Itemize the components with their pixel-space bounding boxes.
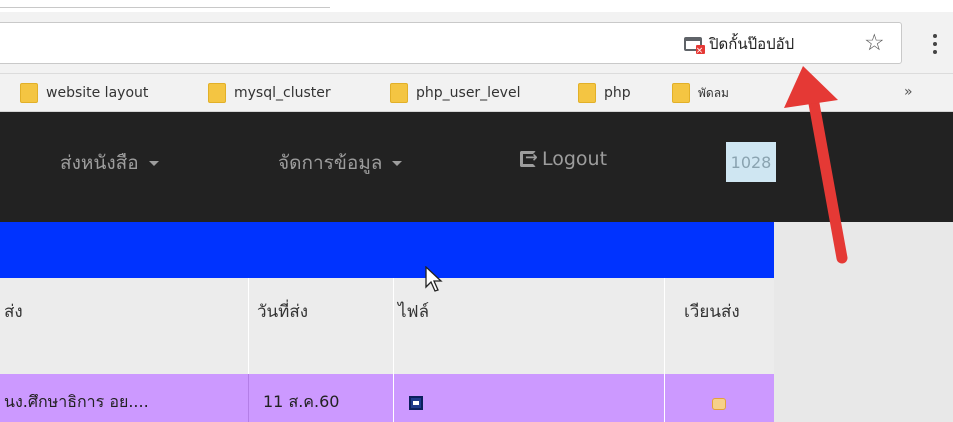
table-row[interactable]: นง.ศึกษาธิการ อย.... 11 ส.ค.60 [0, 374, 774, 422]
bookmark-php-user-level[interactable]: php_user_level [390, 82, 520, 104]
nav-send-book[interactable]: ส่งหนังสือ [60, 148, 159, 178]
folder-icon [390, 83, 408, 103]
bookmark-mysql-cluster[interactable]: mysql_cluster [208, 82, 331, 104]
folder-icon [208, 83, 226, 103]
address-bar: ปิดกั้นป๊อปอัป ☆ [0, 12, 953, 74]
bookmark-label: mysql_cluster [234, 85, 331, 101]
bookmark-website-layout[interactable]: website layout [20, 82, 148, 104]
tab-strip-line [0, 7, 330, 8]
side-panel [774, 222, 953, 422]
popup-blocked-icon [684, 37, 705, 56]
nav-logout[interactable]: Logout [520, 148, 607, 170]
bookmarks-overflow-icon[interactable]: » [904, 84, 913, 100]
popup-blocked-label: ปิดกั้นป๊อปอัป [709, 35, 795, 53]
circulate-icon[interactable] [712, 398, 726, 410]
column-divider [248, 374, 249, 422]
header-file: ไฟล์ [398, 302, 430, 322]
bookmark-label: php_user_level [416, 85, 521, 101]
caret-down-icon [392, 160, 403, 166]
file-icon[interactable] [409, 396, 423, 410]
bookmarks-bar: website layout mysql_cluster php_user_le… [0, 74, 953, 112]
site-navbar: ส่งหนังสือ จัดการข้อมูล Logout 1028 [0, 112, 953, 222]
nav-logout-label: Logout [542, 148, 608, 170]
mouse-cursor-icon [425, 266, 443, 292]
column-divider [393, 374, 394, 422]
browser-menu-icon[interactable] [926, 34, 944, 54]
header-circulate: เวียนส่ง [684, 302, 740, 322]
folder-icon [672, 83, 690, 103]
popup-blocked-button[interactable]: ปิดกั้นป๊อปอัป [684, 31, 794, 57]
cell-date: 11 ส.ค.60 [263, 392, 340, 411]
bookmark-label: website layout [46, 85, 149, 101]
caret-down-icon [148, 160, 159, 166]
header-date: วันที่ส่ง [257, 302, 309, 322]
bookmark-fan[interactable]: พัดลม [672, 82, 729, 104]
folder-icon [578, 83, 596, 103]
bookmark-php[interactable]: php [578, 82, 631, 104]
logout-icon [520, 148, 538, 167]
bookmark-label: พัดลม [698, 85, 729, 100]
bookmark-label: php [604, 85, 631, 101]
nav-manage-data-label: จัดการข้อมูล [278, 152, 383, 174]
folder-icon [20, 83, 38, 103]
header-sender: ส่ง [4, 302, 23, 322]
tab-strip [0, 0, 953, 12]
nav-manage-data[interactable]: จัดการข้อมูล [278, 148, 403, 178]
count-badge: 1028 [726, 142, 776, 182]
column-divider [664, 374, 665, 422]
cell-sender: นง.ศึกษาธิการ อย.... [4, 392, 149, 411]
nav-send-book-label: ส่งหนังสือ [60, 152, 139, 174]
bookmark-star-icon[interactable]: ☆ [864, 30, 885, 56]
section-header-bar [0, 222, 774, 278]
table-header: ส่ง วันที่ส่ง ไฟล์ เวียนส่ง [0, 278, 774, 374]
